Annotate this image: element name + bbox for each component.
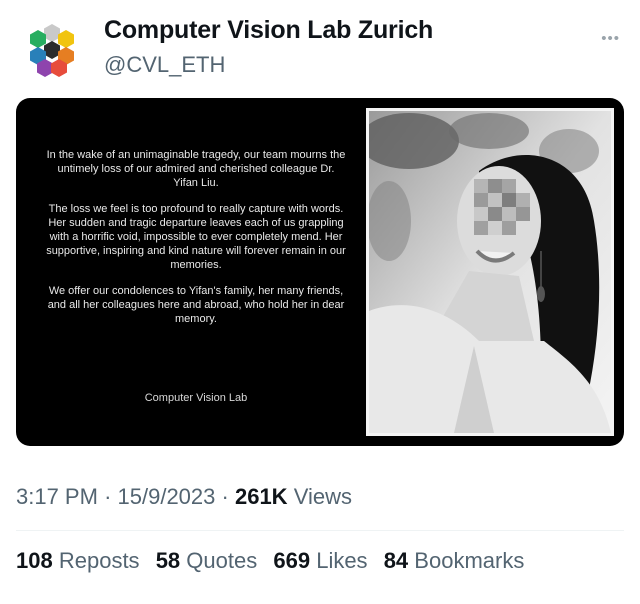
bookmarks-stat[interactable]: 84 Bookmarks <box>384 548 525 574</box>
memorial-text: In the wake of an unimaginable tragedy, … <box>46 148 346 338</box>
likes-stat[interactable]: 669 Likes <box>273 548 367 574</box>
views-count: 261K <box>234 484 288 509</box>
post-timestamp[interactable]: 3:17 PM · 15/9/2023 · 261K Views <box>16 484 352 510</box>
reposts-count: 108 <box>16 548 53 573</box>
hexagon-cluster-logo <box>30 24 74 77</box>
divider <box>16 530 624 531</box>
memorial-paragraph: In the wake of an unimaginable tragedy, … <box>46 149 346 189</box>
reposts-label: Reposts <box>58 548 140 573</box>
memorial-image[interactable]: In the wake of an unimaginable tragedy, … <box>16 98 624 446</box>
separator: · <box>221 484 229 509</box>
more-dots-icon[interactable]: ••• <box>601 30 620 47</box>
likes-count: 669 <box>273 548 311 573</box>
quotes-label: Quotes <box>186 548 258 573</box>
memorial-signature: Computer Vision Lab <box>144 392 248 404</box>
quotes-stat[interactable]: 58 Quotes <box>156 548 258 574</box>
views-label: Views <box>293 484 352 509</box>
user-handle[interactable]: @CVL_ETH <box>104 52 225 78</box>
post-time: 3:17 PM <box>16 484 98 509</box>
bookmarks-count: 84 <box>383 548 409 573</box>
likes-label: Likes <box>316 548 368 573</box>
memorial-paragraph: The loss we feel is too profound to real… <box>46 203 346 271</box>
engagement-stats: 108 Reposts 58 Quotes 669 Likes 84 Bookm… <box>16 548 534 574</box>
memorial-paragraph: We offer our condolences to Yifan's fami… <box>47 285 345 325</box>
post-date: 15/9/2023 <box>117 484 216 509</box>
reposts-stat[interactable]: 108 Reposts <box>16 548 140 574</box>
portrait-photo <box>366 108 614 436</box>
separator: · <box>104 484 112 509</box>
avatar[interactable] <box>16 14 88 86</box>
display-name[interactable]: Computer Vision Lab Zurich <box>104 16 433 45</box>
quotes-count: 58 <box>155 548 181 573</box>
bookmarks-label: Bookmarks <box>414 548 525 573</box>
